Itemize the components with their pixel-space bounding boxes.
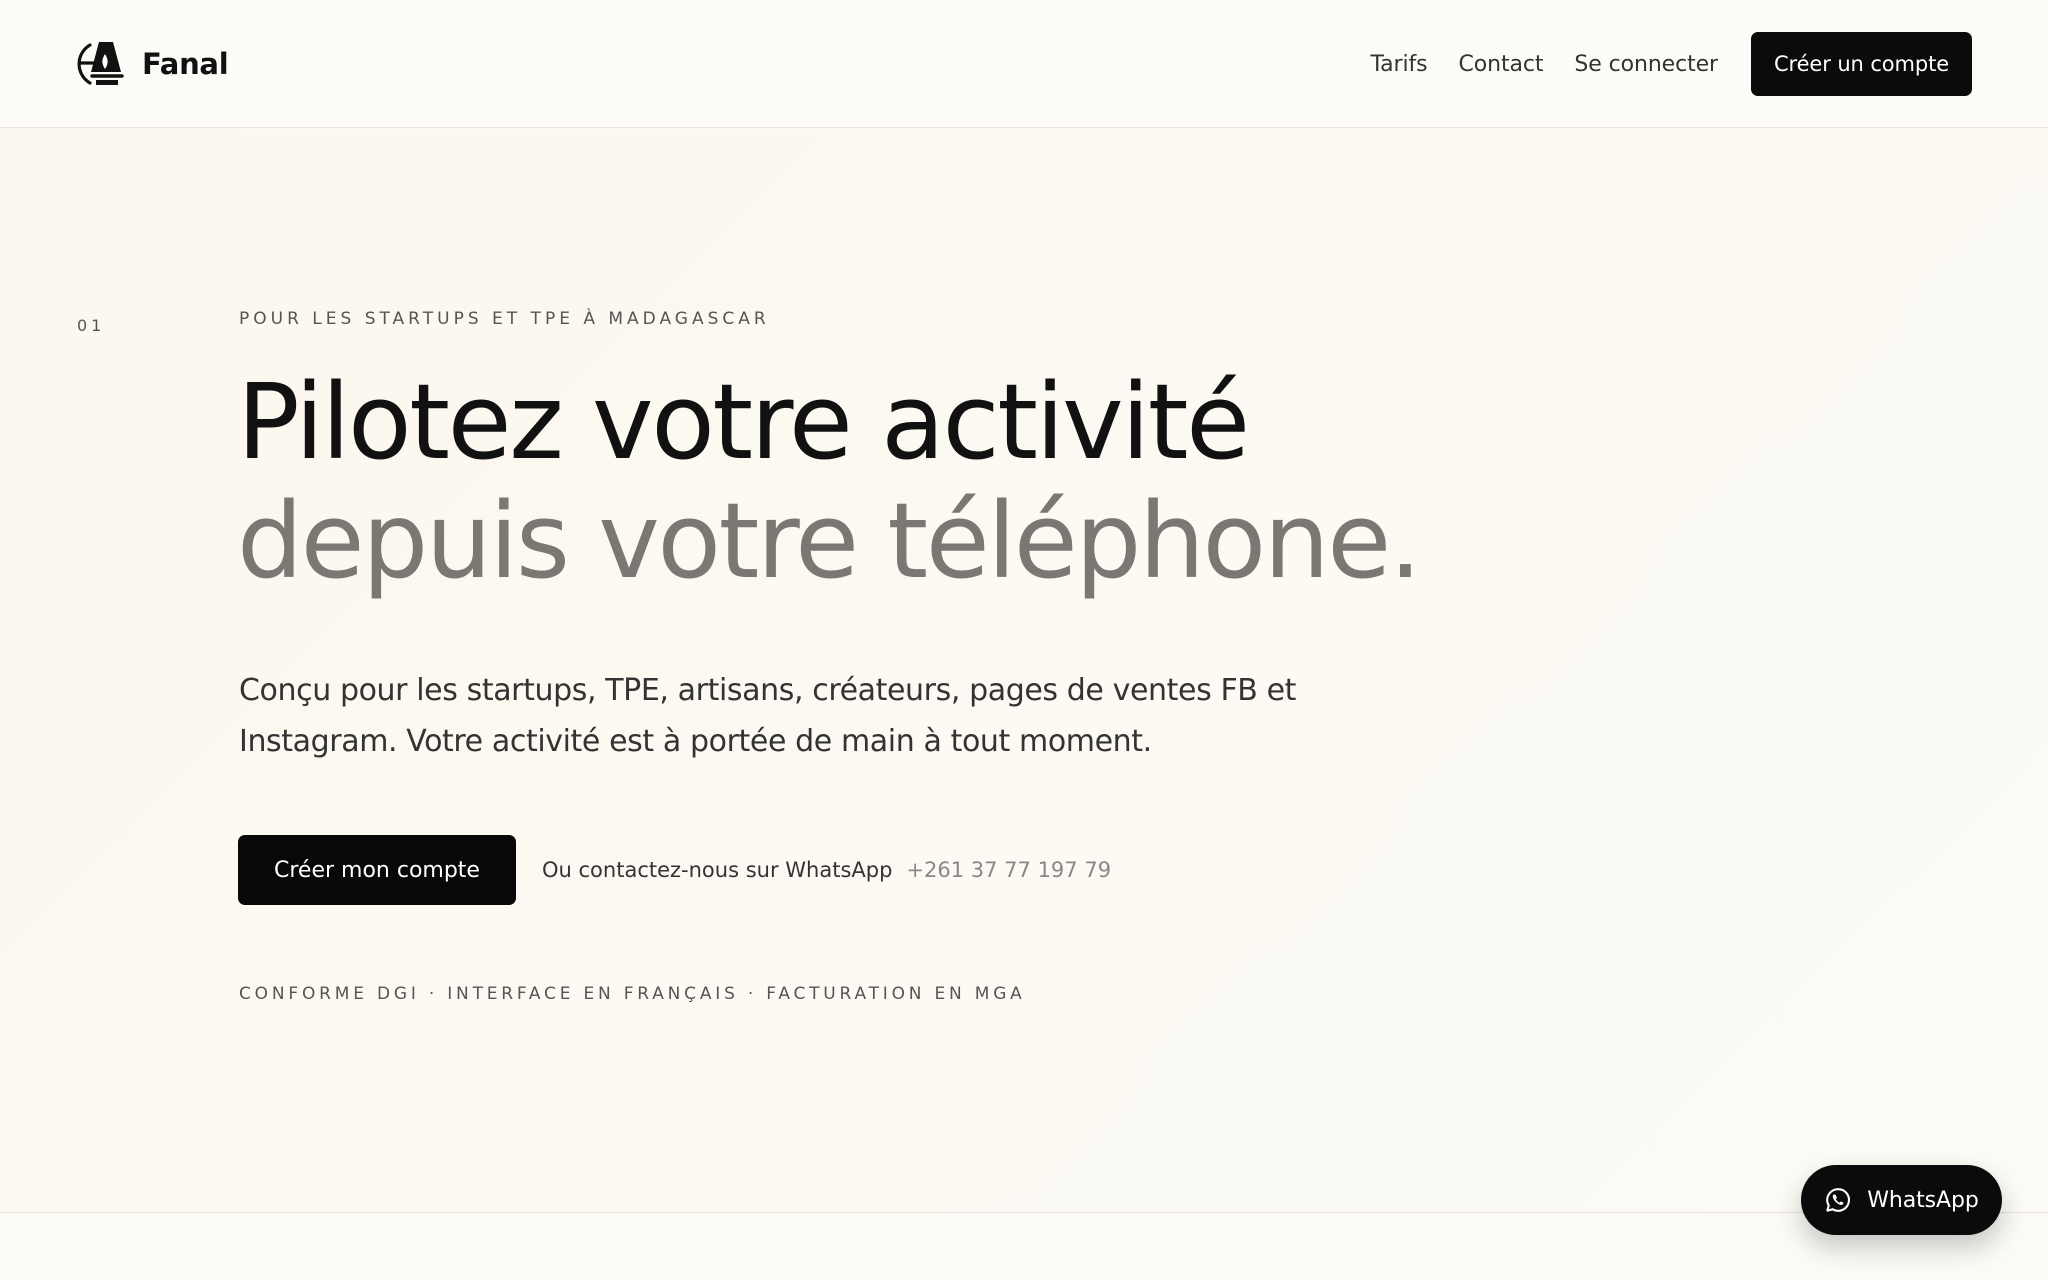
hero-description: Conçu pour les startups, TPE, artisans, … (239, 673, 1297, 759)
create-account-button[interactable]: Créer un compte (1751, 32, 1972, 96)
headline-line-primary: Pilotez votre activité (237, 361, 1250, 483)
nav-link-pricing[interactable]: Tarifs (1370, 52, 1427, 77)
whatsapp-phone-link[interactable]: +261 37 77 197 79 (906, 858, 1111, 882)
hero-feature-badges: CONFORME DGI · INTERFACE EN FRANÇAIS · F… (239, 984, 1026, 1004)
floating-whatsapp-button[interactable]: WhatsApp (1801, 1165, 2002, 1235)
section-number: 01 (77, 316, 106, 335)
nav-link-contact[interactable]: Contact (1459, 52, 1544, 77)
hero-eyebrow: POUR LES STARTUPS ET TPE À MADAGASCAR (239, 309, 770, 329)
page-footer-strip (0, 1214, 2048, 1280)
headline-line-secondary: depuis votre téléphone. (237, 480, 1422, 602)
brand-name: Fanal (142, 47, 229, 81)
nav-link-login[interactable]: Se connecter (1574, 52, 1718, 77)
brand-logo-link[interactable]: Fanal (76, 36, 229, 92)
main-navigation: Tarifs Contact Se connecter Créer un com… (1370, 32, 1972, 96)
hero-headline: Pilotez votre activité depuis votre télé… (237, 363, 1537, 601)
hero-actions: Créer mon compte Ou contactez-nous sur W… (238, 835, 1111, 905)
lighthouse-logo-icon (77, 42, 124, 85)
whatsapp-button-label: WhatsApp (1867, 1187, 1979, 1213)
whatsapp-icon (1826, 1188, 1851, 1212)
create-my-account-button[interactable]: Créer mon compte (238, 835, 516, 905)
site-header: Fanal Tarifs Contact Se connecter Créer … (0, 0, 2048, 128)
hero-section: 01 POUR LES STARTUPS ET TPE À MADAGASCAR… (0, 129, 2048, 1213)
whatsapp-contact-text: Ou contactez-nous sur WhatsApp (542, 858, 893, 882)
